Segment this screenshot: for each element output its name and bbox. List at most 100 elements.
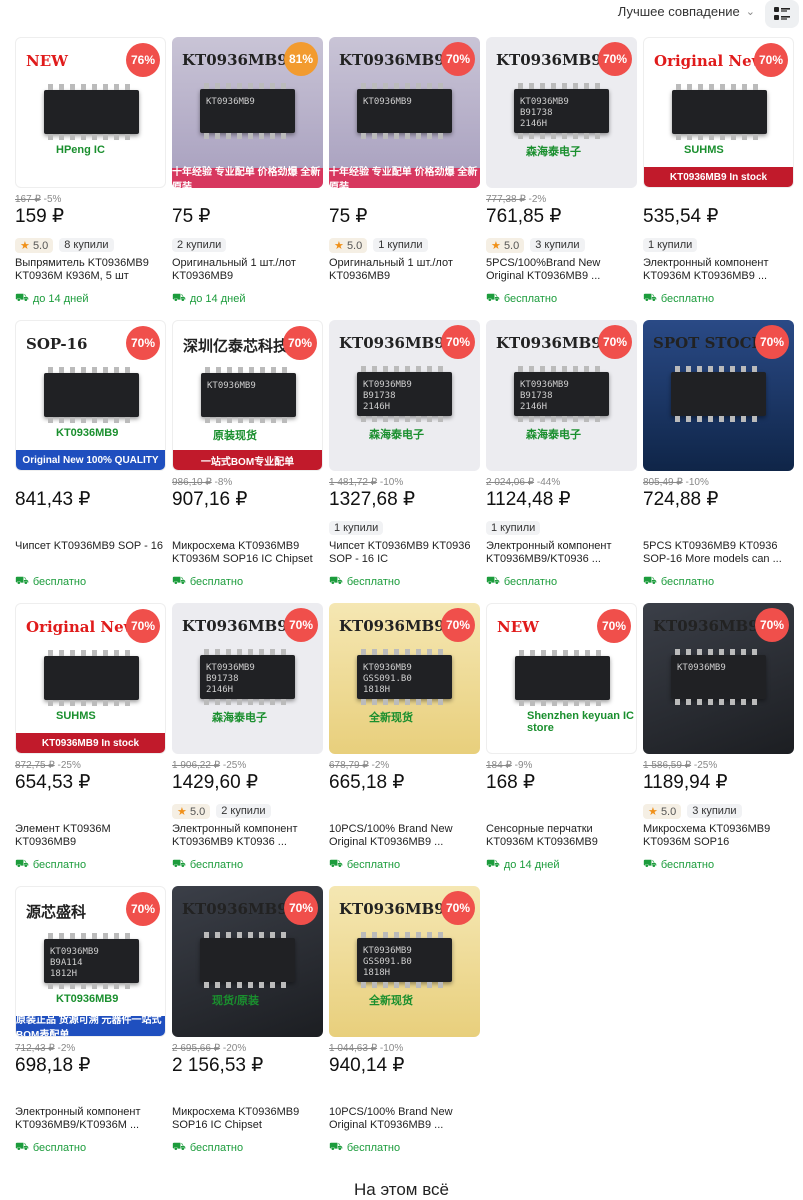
product-image[interactable]: Original New SUHMS KT0936MB9 In stock 70% bbox=[15, 603, 166, 754]
product-card[interactable]: KT0936MB9 现货/原装 70% 2 695,66 ₽ -20% 2 156,53… bbox=[172, 886, 323, 1169]
product-title[interactable]: Микросхема KT0936MB9 SOP16 IC Chipset bbox=[172, 1106, 323, 1132]
product-card[interactable]: KT0936MB9 KT0936MB9 GSS091.B0 1818H 全新现货 70… bbox=[329, 603, 480, 886]
product-image[interactable]: KT0936MB9 KT0936MB9 B91738 2146H 森海泰电子 70% bbox=[172, 603, 323, 754]
product-title[interactable]: Элемент KT0936M KT0936MB9 bbox=[15, 823, 166, 849]
product-image[interactable]: KT0936MB9 KT0936MB9 十年经验 专业配单 价格劲爆 全新原装 70% bbox=[329, 37, 480, 188]
product-card[interactable]: KT0936MB9 KT0936MB9 B91738 2146H 森海泰电子 70% 1… bbox=[172, 603, 323, 886]
discount-badge: 70% bbox=[755, 325, 789, 359]
product-title[interactable]: Оригинальный 1 шт./лот KT0936MB9 bbox=[329, 257, 480, 283]
product-image[interactable]: KT0936MB9 KT0936MB9 B91738 2146H 森海泰电子 70% bbox=[486, 320, 637, 471]
discount-badge: 70% bbox=[441, 608, 475, 642]
product-meta: ★ 5.0 2 купили bbox=[172, 803, 323, 819]
star-icon: ★ bbox=[177, 805, 187, 818]
product-image[interactable]: KT0936MB9 现货/原装 70% bbox=[172, 886, 323, 1037]
image-caption: KT0936MB9 bbox=[496, 51, 602, 69]
product-card[interactable]: Original New SUHMS KT0936MB9 In stock 70% 53… bbox=[643, 37, 794, 320]
product-image[interactable]: NEW Shenzhen keyuan IC store 70% bbox=[486, 603, 637, 754]
product-card[interactable]: NEW HPeng IC 76% 167 ₽ -5% 159 ₽ ★ 5.0 8 купил… bbox=[15, 37, 166, 320]
discount-badge: 70% bbox=[597, 609, 631, 643]
list-view-button[interactable] bbox=[765, 0, 799, 28]
product-card[interactable]: Original New SUHMS KT0936MB9 In stock 70% 87… bbox=[15, 603, 166, 886]
product-card[interactable]: KT0936MB9 KT0936MB9 十年经验 专业配单 价格劲爆 全新原装 70%… bbox=[329, 37, 480, 320]
product-card[interactable]: 源芯盛科 KT0936MB9 B9A114 1812H KT0936MB9 原装正品 … bbox=[15, 886, 166, 1169]
truck-icon: ⛟ bbox=[172, 858, 186, 870]
product-image[interactable]: Original New SUHMS KT0936MB9 In stock 70% bbox=[643, 37, 794, 188]
rating-value: 5.0 bbox=[503, 239, 520, 252]
product-image[interactable]: NEW HPeng IC 76% bbox=[15, 37, 166, 188]
product-image[interactable]: KT0936MB9 KT0936MB9 B91738 2146H 森海泰电子 70% bbox=[329, 320, 480, 471]
product-card[interactable]: KT0936MB9 KT0936MB9 B91738 2146H 森海泰电子 70% 2… bbox=[486, 320, 637, 603]
product-image[interactable]: KT0936MB9 KT0936MB9 70% bbox=[643, 603, 794, 754]
shipping-info: ⛟ до 14 дней bbox=[15, 292, 166, 306]
chip-picture bbox=[671, 366, 766, 422]
product-title[interactable]: 10PCS/100% Brand New Original KT0936MB9 … bbox=[329, 823, 480, 849]
image-caption: KT0936MB9 bbox=[339, 617, 445, 635]
product-title[interactable]: Чипсет KT0936MB9 SOP - 16 bbox=[15, 540, 166, 566]
product-meta: ★ 5.0 3 купили bbox=[643, 803, 794, 819]
product-title[interactable]: Электронный компонент KT0936MB9/KT0936M … bbox=[15, 1106, 166, 1132]
product-title[interactable]: Микросхема KT0936MB9 KT0936M SOP16 bbox=[643, 823, 794, 849]
product-meta bbox=[15, 803, 166, 819]
product-card[interactable]: KT0936MB9 KT0936MB9 十年经验 专业配单 价格劲爆 全新原装 81%… bbox=[172, 37, 323, 320]
product-title[interactable]: Электронный компонент KT0936MB9 KT0936 .… bbox=[172, 823, 323, 849]
product-card[interactable]: KT0936MB9 KT0936MB9 B91738 2146H 森海泰电子 70% 1… bbox=[329, 320, 480, 603]
old-price-row: 1 481,72 ₽ -10% bbox=[329, 477, 480, 489]
product-title[interactable]: 5PCS KT0936MB9 KT0936 SOP-16 More models… bbox=[643, 540, 794, 566]
old-discount: -5% bbox=[43, 194, 62, 205]
image-caption: KT0936MB9 bbox=[653, 617, 759, 635]
image-subcaption: SUHMS bbox=[56, 710, 96, 722]
product-title[interactable]: Чипсет KT0936MB9 KT0936 SOP - 16 IC bbox=[329, 540, 480, 566]
product-title[interactable]: 5PCS/100%Brand New Original KT0936MB9 ..… bbox=[486, 257, 637, 283]
product-card[interactable]: KT0936MB9 KT0936MB9 GSS091.B0 1818H 全新现货 70… bbox=[329, 886, 480, 1169]
old-price-row: 2 695,66 ₽ -20% bbox=[172, 1043, 323, 1055]
shipping-text: до 14 дней bbox=[32, 293, 89, 305]
discount-badge: 70% bbox=[754, 43, 788, 77]
product-card[interactable]: NEW Shenzhen keyuan IC store 70% 184 ₽ -9% 1… bbox=[486, 603, 637, 886]
product-meta bbox=[172, 1086, 323, 1102]
truck-icon: ⛟ bbox=[486, 858, 500, 870]
product-image[interactable]: 源芯盛科 KT0936MB9 B9A114 1812H KT0936MB9 原装正品 … bbox=[15, 886, 166, 1037]
product-card[interactable]: KT0936MB9 KT0936MB9 B91738 2146H 森海泰电子 70% 7… bbox=[486, 37, 637, 320]
product-price: 168 ₽ bbox=[486, 772, 536, 793]
product-title[interactable]: Электронный компонент KT0936MB9/KT0936 .… bbox=[486, 540, 637, 566]
product-image[interactable]: SPOT STOCK 70% bbox=[643, 320, 794, 471]
product-card[interactable]: KT0936MB9 KT0936MB9 70% 1 586,59 ₽ -25% 1189… bbox=[643, 603, 794, 886]
image-subcaption: 全新现货 bbox=[369, 712, 413, 724]
product-image[interactable]: KT0936MB9 KT0936MB9 B91738 2146H 森海泰电子 70% bbox=[486, 37, 637, 188]
product-meta: 1 купили bbox=[329, 520, 480, 536]
product-title[interactable]: Сенсорные перчатки KT0936M KT0936MB9 bbox=[486, 823, 637, 849]
product-image[interactable]: SOP-16 KT0936MB9 Original New 100% QUALITY… bbox=[15, 320, 166, 471]
product-title[interactable]: Выпрямитель KT0936MB9 KT0936M К936М, 5 ш… bbox=[15, 257, 166, 283]
product-title[interactable]: 10PCS/100% Brand New Original KT0936MB9 … bbox=[329, 1106, 480, 1132]
old-price-row: 184 ₽ -9% bbox=[486, 760, 637, 772]
rating-badge: ★ 5.0 bbox=[15, 237, 54, 253]
product-title[interactable]: Оригинальный 1 шт./лот KT0936MB9 bbox=[172, 257, 323, 283]
chip-picture: KT0936MB9 B91738 2146H bbox=[514, 366, 609, 422]
product-title[interactable]: Электронный компонент KT0936M KT0936MB9 … bbox=[643, 257, 794, 283]
product-image[interactable]: KT0936MB9 KT0936MB9 十年经验 专业配单 价格劲爆 全新原装 81% bbox=[172, 37, 323, 188]
chip-marking: KT0936MB9 bbox=[207, 381, 256, 391]
old-price: 167 ₽ bbox=[15, 194, 41, 205]
old-price: 712,43 ₽ bbox=[15, 1043, 55, 1054]
product-image[interactable]: 深圳亿泰芯科技 KT0936MB9 原装现货 一站式BOM专业配单 70% bbox=[172, 320, 323, 471]
product-price: 907,16 ₽ bbox=[172, 489, 248, 510]
image-subcaption: 森海泰电子 bbox=[212, 712, 267, 724]
sort-dropdown[interactable]: Лучшее совпадение ⌄ bbox=[618, 4, 755, 19]
image-subcaption: 现货/原装 bbox=[212, 995, 260, 1007]
product-image[interactable]: KT0936MB9 KT0936MB9 GSS091.B0 1818H 全新现货 70… bbox=[329, 603, 480, 754]
product-image[interactable]: KT0936MB9 KT0936MB9 GSS091.B0 1818H 全新现货 70… bbox=[329, 886, 480, 1037]
shipping-text: бесплатно bbox=[189, 859, 244, 871]
product-card[interactable]: SOP-16 KT0936MB9 Original New 100% QUALITY… bbox=[15, 320, 166, 603]
image-banner: KT0936MB9 In stock bbox=[16, 733, 165, 753]
product-card[interactable]: 深圳亿泰芯科技 KT0936MB9 原装现货 一站式BOM专业配单 70% 986,10 … bbox=[172, 320, 323, 603]
chip-marking: KT0936MB9 B91738 2146H bbox=[363, 380, 412, 412]
chip-picture bbox=[672, 84, 767, 140]
shipping-info: ⛟ бесплатно bbox=[329, 858, 480, 872]
product-card[interactable]: SPOT STOCK 70% 805,49 ₽ -10% 724,88 ₽ 5PCS K… bbox=[643, 320, 794, 603]
truck-icon: ⛟ bbox=[172, 575, 186, 587]
rating-badge: ★ 5.0 bbox=[486, 237, 525, 253]
shipping-info: ⛟ бесплатно bbox=[172, 858, 323, 872]
product-title[interactable]: Микросхема KT0936MB9 KT0936M SOP16 IC Ch… bbox=[172, 540, 323, 566]
discount-badge: 70% bbox=[284, 891, 318, 925]
old-discount: -10% bbox=[379, 477, 404, 488]
